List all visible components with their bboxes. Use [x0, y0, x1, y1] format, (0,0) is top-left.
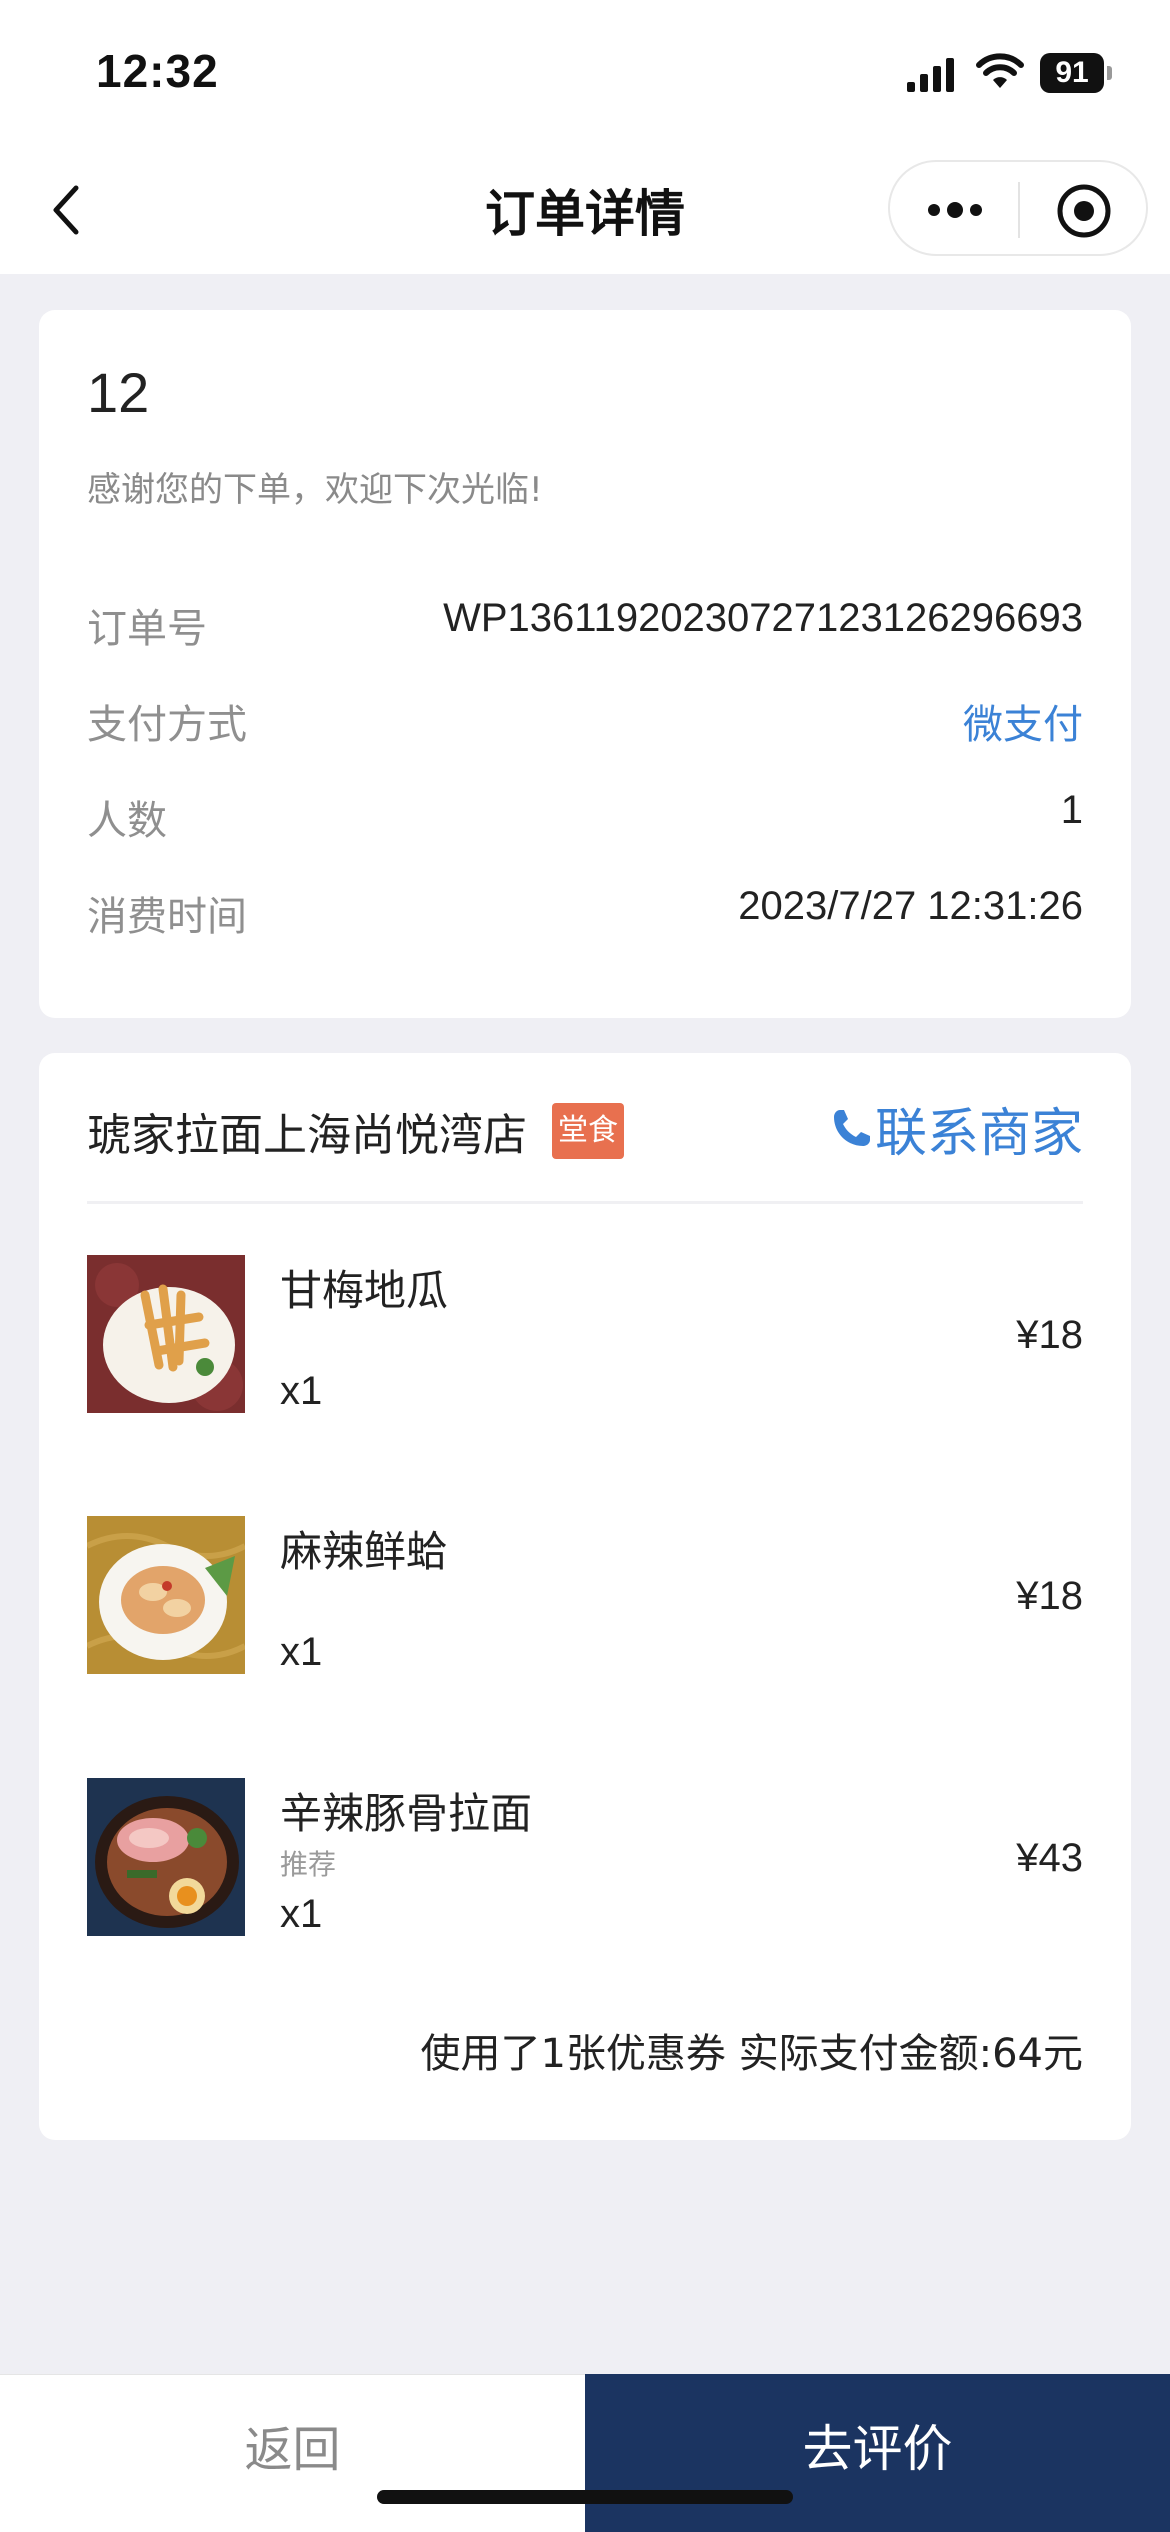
payment-summary: 使用了1张优惠券 实际支付金额:64元 — [420, 2031, 1083, 2077]
order-item: 辛辣豚骨拉面 推荐 x1 ¥43 — [87, 1778, 1083, 1948]
wifi-icon — [976, 53, 1024, 88]
capsule-divider — [1018, 182, 1020, 238]
recommended-tag: 推荐 — [280, 1848, 337, 1881]
item-price: ¥43 — [1016, 1836, 1083, 1880]
close-mini-program-icon[interactable] — [1055, 182, 1113, 240]
payment-method-row: 支付方式 微支付 — [87, 692, 1083, 752]
order-item: 麻辣鲜蛤 x1 ¥18 — [87, 1516, 1083, 1686]
more-options-icon[interactable] — [924, 190, 986, 230]
contact-merchant-label: 联系商家 — [874, 1103, 1083, 1164]
order-info-card: 12 感谢您的下单，欢迎下次光临! 订单号 WP1361192023072712… — [39, 310, 1131, 1018]
cellular-signal-icon — [907, 58, 954, 92]
back-button[interactable]: 返回 — [0, 2374, 585, 2532]
party-size-label: 人数 — [87, 798, 167, 844]
battery-indicator: 91 — [1040, 53, 1112, 93]
consumption-time-value: 2023/7/27 12:31:26 — [738, 884, 1083, 928]
payment-method-value[interactable]: 微支付 — [963, 692, 1083, 750]
item-image — [87, 1255, 245, 1413]
home-indicator — [377, 2490, 793, 2504]
phone-icon — [833, 1110, 870, 1146]
item-name: 麻辣鲜蛤 — [280, 1527, 449, 1576]
navigation-bar: 订单详情 — [0, 150, 1170, 274]
store-name: 琥家拉面上海尚悦湾店 — [87, 1110, 527, 1161]
order-detail-page: 12:32 91 订单详情 12 感谢您的下单，欢迎下次光临! 订单号 WP13… — [0, 0, 1170, 2532]
order-number-value: WP13611920230727123126296693 — [443, 596, 1083, 640]
item-quantity: x1 — [280, 1369, 323, 1413]
order-number-label: 订单号 — [87, 606, 207, 652]
consumption-time-label: 消费时间 — [87, 894, 247, 940]
item-quantity: x1 — [280, 1892, 323, 1936]
status-bar: 12:32 91 — [0, 0, 1170, 150]
party-size-row: 人数 1 — [87, 788, 1083, 848]
bottom-action-bar: 返回 去评价 — [0, 2374, 1170, 2532]
consumption-time-row: 消费时间 2023/7/27 12:31:26 — [87, 884, 1083, 944]
contact-merchant-button[interactable]: 联系商家 — [831, 1093, 1083, 1164]
table-number: 12 — [87, 361, 150, 424]
mini-program-capsule — [888, 160, 1148, 256]
item-name: 辛辣豚骨拉面 — [280, 1789, 533, 1838]
item-name: 甘梅地瓜 — [280, 1266, 449, 1315]
item-quantity: x1 — [280, 1630, 323, 1674]
order-items-card: 琥家拉面上海尚悦湾店 堂食 联系商家 甘梅地瓜 x1 ¥18 麻辣鲜蛤 x1 ¥… — [39, 1053, 1131, 2140]
review-button[interactable]: 去评价 — [585, 2374, 1170, 2532]
item-price: ¥18 — [1016, 1574, 1083, 1618]
payment-method-label: 支付方式 — [87, 702, 247, 748]
status-time: 12:32 — [96, 45, 219, 97]
item-image — [87, 1778, 245, 1936]
battery-cap — [1107, 66, 1112, 80]
order-number-row: 订单号 WP13611920230727123126296693 — [87, 596, 1083, 656]
item-image — [87, 1516, 245, 1674]
thanks-message: 感谢您的下单，欢迎下次光临! — [87, 470, 543, 510]
divider — [87, 1201, 1083, 1204]
dine-in-badge: 堂食 — [552, 1103, 624, 1159]
order-item: 甘梅地瓜 x1 ¥18 — [87, 1255, 1083, 1425]
battery-level: 91 — [1040, 53, 1104, 93]
party-size-value: 1 — [1060, 788, 1083, 832]
item-price: ¥18 — [1016, 1313, 1083, 1357]
